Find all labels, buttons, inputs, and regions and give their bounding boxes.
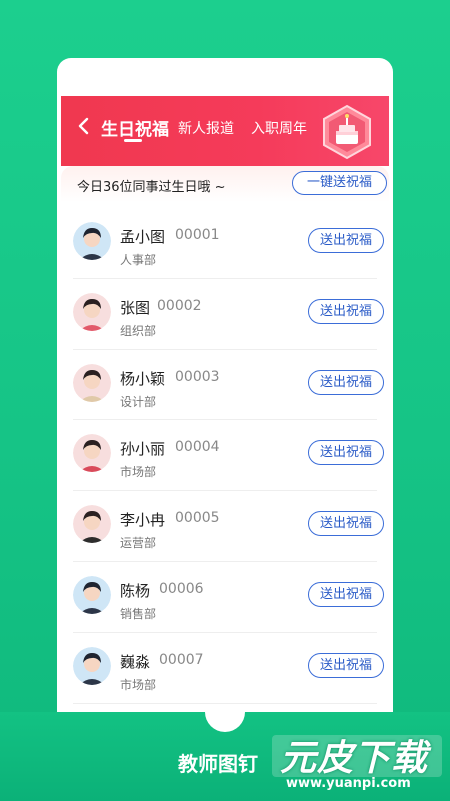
employee-name: 孟小图 (120, 228, 166, 246)
employee-department: 设计部 (120, 394, 157, 409)
employee-row: 孟小图 00001 人事部 送出祝福 (57, 208, 393, 279)
employee-row: 孙小丽 00004 市场部 送出祝福 (57, 420, 393, 492)
employee-id: 00003 (175, 368, 220, 385)
send-wish-button[interactable]: 送出祝福 (308, 228, 384, 253)
avatar-icon (73, 646, 111, 685)
watermark-title: 元皮下载 (280, 738, 429, 779)
send-wish-button[interactable]: 送出祝福 (308, 369, 384, 395)
employee-name: 杨小颖 (120, 369, 166, 388)
back-arrow-icon[interactable] (77, 116, 91, 136)
employee-name: 巍淼 (120, 652, 151, 671)
employee-id: 00006 (159, 580, 204, 597)
employee-row: 陈杨 00006 销售部 送出祝福 (57, 562, 393, 633)
watermark-url: www.yuanpi.com (286, 776, 411, 791)
employee-name: 陈杨 (120, 581, 151, 600)
employee-list: 孟小图 00001 人事部 送出祝福 张图 00002 组织部 送出祝福 杨小颖… (57, 208, 393, 704)
row-divider (73, 702, 377, 704)
send-wish-button[interactable]: 送出祝福 (308, 440, 384, 466)
employee-id: 00001 (175, 227, 220, 243)
send-wish-button[interactable]: 送出祝福 (308, 511, 384, 537)
employee-id: 00005 (175, 510, 220, 527)
send-wish-button[interactable]: 送出祝福 (308, 652, 384, 678)
header-bar: 生日祝福 新人报道 入职周年 (61, 96, 389, 166)
employee-id: 00007 (159, 651, 204, 668)
phone-screen: 生日祝福 新人报道 入职周年 今日36位同事过生日哦 ~ 一键送祝福 孟小图 0… (57, 58, 393, 718)
avatar-icon (73, 222, 111, 260)
employee-name: 李小冉 (120, 511, 166, 530)
avatar-icon (73, 292, 111, 331)
avatar-icon (73, 575, 111, 614)
birthday-count-text: 今日36位同事过生日哦 ~ (77, 180, 226, 195)
tab-anniversary[interactable]: 入职周年 (251, 118, 307, 138)
employee-department: 运营部 (120, 536, 157, 551)
employee-name: 孙小丽 (120, 440, 166, 459)
employee-department: 销售部 (120, 606, 157, 621)
employee-row: 张图 00002 组织部 送出祝福 (57, 279, 393, 350)
employee-row: 杨小颖 00003 设计部 送出祝福 (57, 350, 393, 421)
watermark-logo: 元皮下载 www.yuanpi.com (270, 727, 446, 797)
tab-new-hire[interactable]: 新人报道 (178, 118, 234, 138)
employee-id: 00002 (157, 297, 202, 314)
app-name-label: 教师图钉 (178, 752, 258, 776)
avatar-icon (73, 434, 111, 473)
birthday-cake-icon (323, 104, 371, 160)
employee-department: 市场部 (120, 465, 157, 480)
employee-id: 00004 (175, 439, 220, 456)
active-tab-indicator (124, 139, 142, 142)
employee-department: 组织部 (120, 323, 157, 338)
birthday-summary-bar: 今日36位同事过生日哦 ~ 一键送祝福 (61, 166, 389, 202)
send-wish-button[interactable]: 送出祝福 (308, 581, 384, 607)
employee-name: 张图 (120, 298, 151, 317)
employee-department: 人事部 (120, 253, 157, 267)
employee-row: 巍淼 00007 市场部 送出祝福 (57, 633, 393, 704)
send-all-wishes-button[interactable]: 一键送祝福 (292, 171, 387, 195)
send-wish-button[interactable]: 送出祝福 (308, 298, 384, 324)
avatar-icon (73, 363, 111, 402)
employee-row: 李小冉 00005 运营部 送出祝福 (57, 491, 393, 562)
avatar-icon (73, 505, 111, 544)
tab-birthday[interactable]: 生日祝福 (101, 115, 169, 140)
employee-department: 市场部 (120, 677, 157, 692)
